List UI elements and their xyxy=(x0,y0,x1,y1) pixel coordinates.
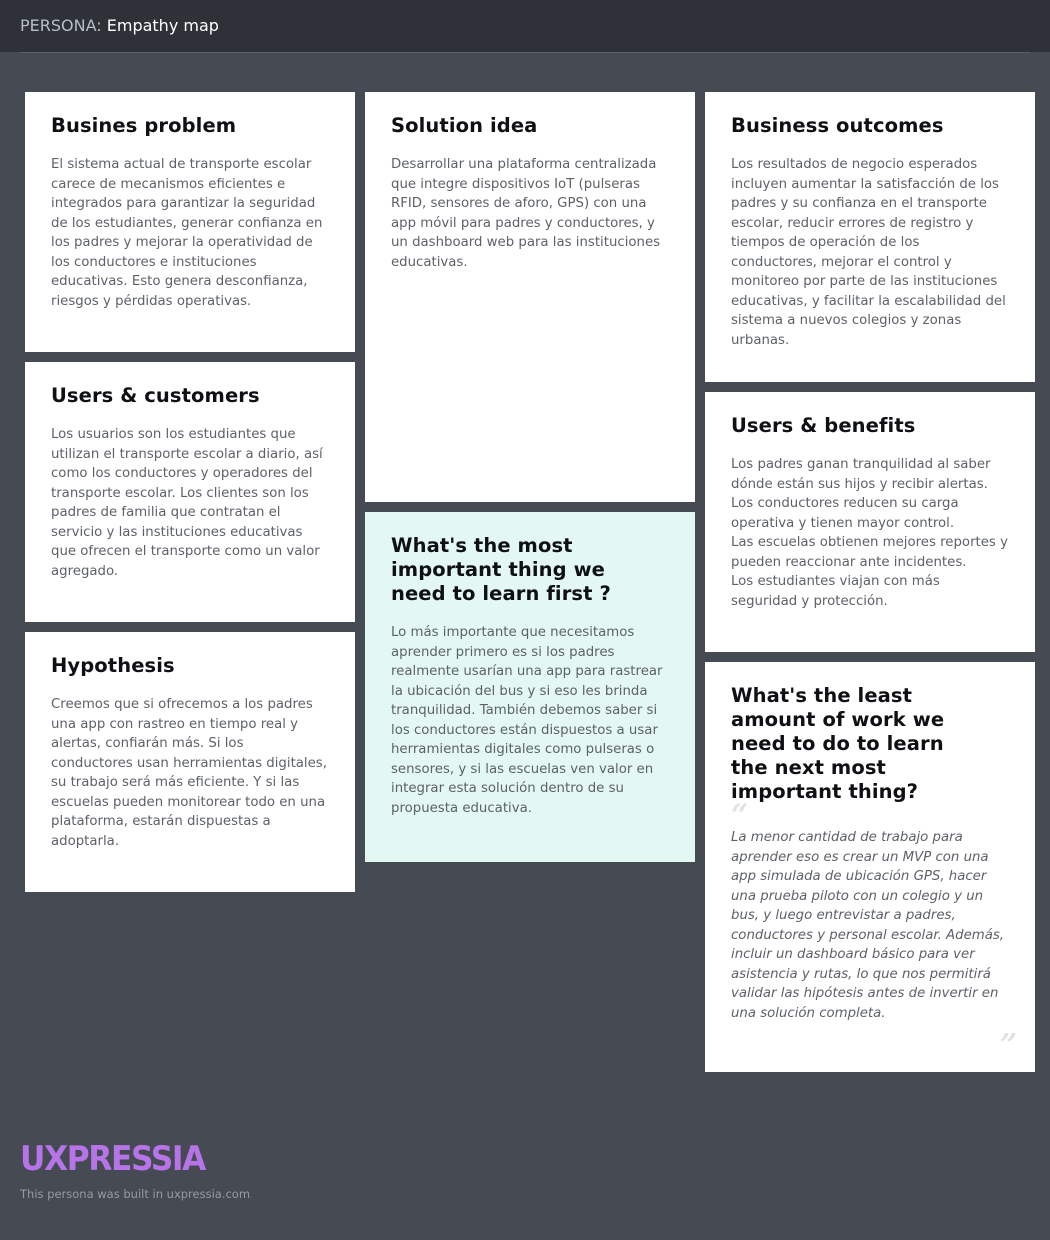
card-business-problem: Busines problem El sistema actual de tra… xyxy=(25,92,355,352)
card-business-outcomes: Business outcomes Los resultados de nego… xyxy=(705,92,1035,382)
card-heading: Users & benefits xyxy=(731,414,916,437)
card-body: Desarrollar una plataforma centralizada … xyxy=(391,157,661,270)
card-body: El sistema actual de transporte escolar … xyxy=(51,157,323,309)
footer-credit: This persona was built in uxpressia.com xyxy=(20,1187,251,1201)
title-prefix: PERSONA: xyxy=(20,16,102,35)
card-heading: What's the least amount of work we need … xyxy=(731,684,945,803)
page-title: PERSONA: Empathy map xyxy=(20,16,219,36)
quote-open-icon: “ xyxy=(731,798,749,833)
card-quote-body: La menor cantidad de trabajo para aprend… xyxy=(731,830,1005,1021)
card-users-customers: Users & customers Los usuarios son los e… xyxy=(25,362,355,622)
card-heading: Busines problem xyxy=(51,114,237,137)
card-heading: Business outcomes xyxy=(731,114,944,137)
card-body: Lo más importante que necesitamos aprend… xyxy=(391,625,663,816)
card-users-benefits: Users & benefits Los padres ganan tranqu… xyxy=(705,392,1035,652)
card-heading: Hypothesis xyxy=(51,654,175,677)
header-bar: PERSONA: Empathy map xyxy=(0,0,1050,52)
card-body: Los usuarios son los estudiantes que uti… xyxy=(51,427,323,579)
quote-close-icon: ” xyxy=(999,1028,1017,1063)
uxpressia-logo[interactable]: UXPRESSIA xyxy=(20,1140,206,1178)
header-divider xyxy=(20,52,1030,53)
card-body: Los resultados de negocio esperados incl… xyxy=(731,157,1006,348)
card-most-important-learning: What's the most important thing we need … xyxy=(365,512,695,862)
card-body: Los padres ganan tranquilidad al saber d… xyxy=(731,457,1008,609)
title-text: Empathy map xyxy=(106,16,219,35)
card-body: Creemos que si ofrecemos a los padres un… xyxy=(51,697,327,849)
card-least-work: What's the least amount of work we need … xyxy=(705,662,1035,1072)
card-heading: What's the most important thing we need … xyxy=(391,534,611,605)
card-heading: Users & customers xyxy=(51,384,260,407)
card-hypothesis: Hypothesis Creemos que si ofrecemos a lo… xyxy=(25,632,355,892)
card-solution-idea: Solution idea Desarrollar una plataforma… xyxy=(365,92,695,502)
card-heading: Solution idea xyxy=(391,114,538,137)
